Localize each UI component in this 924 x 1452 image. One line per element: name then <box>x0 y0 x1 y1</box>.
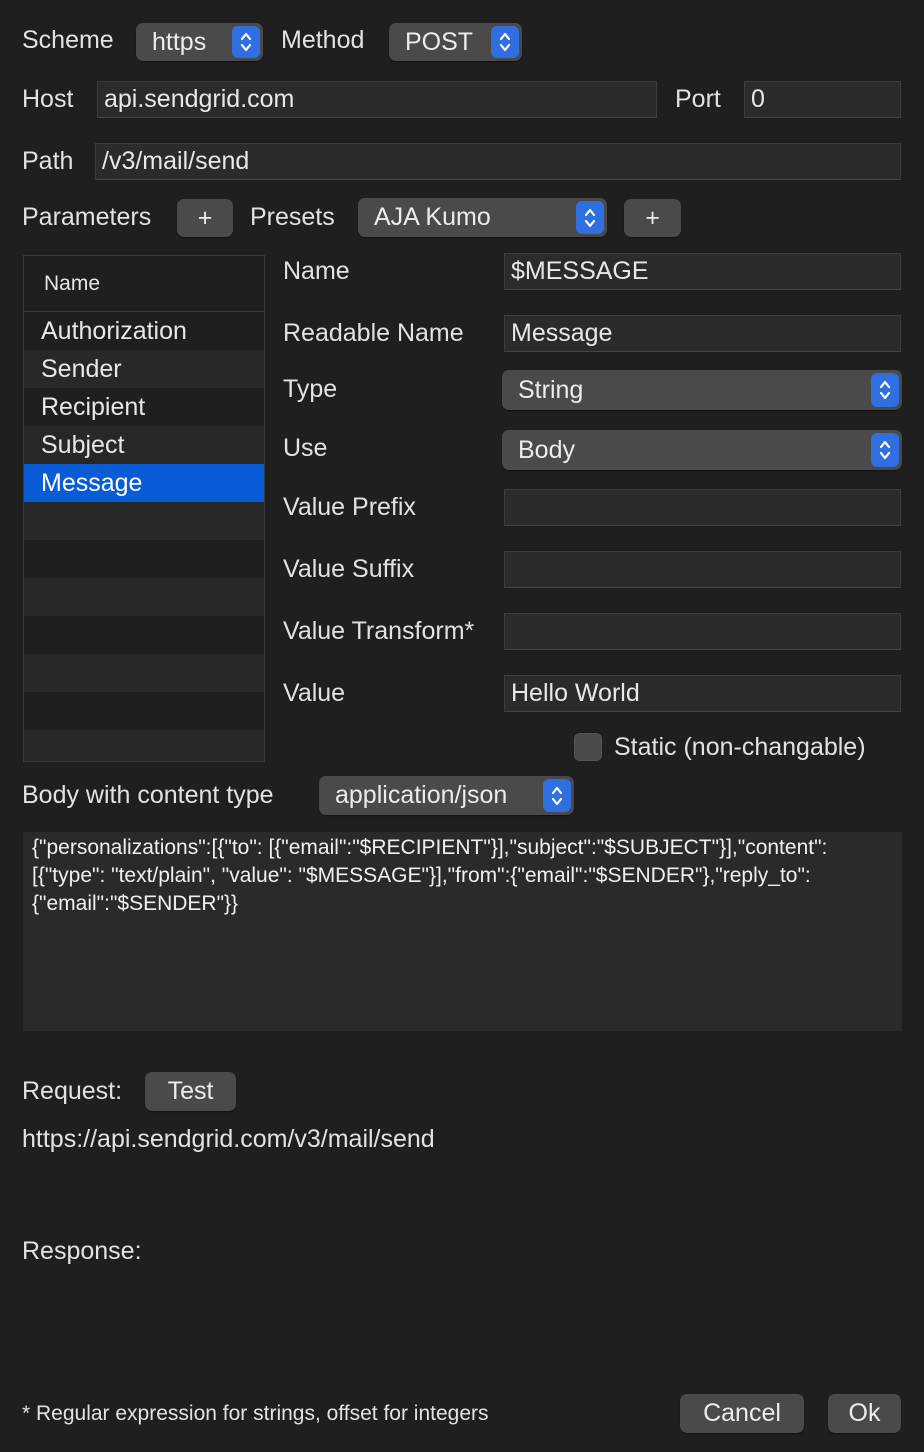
readable-name-field[interactable]: Message <box>504 315 901 352</box>
empty-row <box>24 616 264 654</box>
add-preset-button[interactable]: + <box>624 199 681 237</box>
chevron-up-down-icon <box>232 26 260 58</box>
host-label: Host <box>22 85 74 113</box>
content-type-value: application/json <box>335 781 508 809</box>
value-prefix-label: Value Prefix <box>283 493 416 521</box>
value-transform-field[interactable] <box>504 613 901 650</box>
path-field[interactable]: /v3/mail/send <box>95 143 901 180</box>
method-select[interactable]: POST <box>389 23 522 61</box>
empty-row <box>24 502 264 540</box>
parameters-label: Parameters <box>22 203 152 231</box>
response-label: Response: <box>22 1237 142 1265</box>
chevron-up-down-icon <box>871 373 899 407</box>
chevron-up-down-icon <box>576 201 604 234</box>
add-parameter-button[interactable]: + <box>177 199 233 237</box>
request-label: Request: <box>22 1077 123 1105</box>
value-suffix-field[interactable] <box>504 551 901 588</box>
port-label: Port <box>675 85 721 113</box>
footnote: * Regular expression for strings, offset… <box>22 1402 489 1425</box>
empty-row <box>24 578 264 616</box>
table-row[interactable]: Recipient <box>24 388 264 426</box>
table-row[interactable]: Subject <box>24 426 264 464</box>
value-label: Value <box>283 679 346 707</box>
presets-value: AJA Kumo <box>374 203 491 231</box>
method-value: POST <box>405 27 474 56</box>
method-label: Method <box>281 26 365 54</box>
empty-row <box>24 540 264 578</box>
table-row[interactable]: Authorization <box>24 312 264 350</box>
table-row-selected[interactable]: Message <box>24 464 264 502</box>
host-field[interactable]: api.sendgrid.com <box>97 81 657 118</box>
request-url: https://api.sendgrid.com/v3/mail/send <box>22 1125 435 1153</box>
table-header-name[interactable]: Name <box>24 256 264 312</box>
empty-row <box>24 730 264 761</box>
use-select[interactable]: Body <box>502 430 902 470</box>
value-prefix-field[interactable] <box>504 489 901 526</box>
type-label: Type <box>283 375 338 403</box>
name-label: Name <box>283 257 350 285</box>
name-field[interactable]: $MESSAGE <box>504 253 901 290</box>
use-value: Body <box>518 435 575 464</box>
ok-button[interactable]: Ok <box>828 1394 901 1433</box>
cancel-button[interactable]: Cancel <box>680 1394 804 1433</box>
empty-row <box>24 654 264 692</box>
value-suffix-label: Value Suffix <box>283 555 415 583</box>
test-button[interactable]: Test <box>145 1072 236 1111</box>
value-transform-label: Value Transform* <box>283 617 475 645</box>
content-type-select[interactable]: application/json <box>319 776 574 815</box>
table-row[interactable]: Sender <box>24 350 264 388</box>
scheme-label: Scheme <box>22 26 114 54</box>
path-label: Path <box>22 147 74 175</box>
static-checkbox[interactable] <box>574 733 602 761</box>
value-field[interactable]: Hello World <box>504 675 901 712</box>
chevron-up-down-icon <box>871 433 899 467</box>
scheme-value: https <box>152 27 207 56</box>
use-label: Use <box>283 434 328 462</box>
type-select[interactable]: String <box>502 370 902 410</box>
type-value: String <box>518 375 584 404</box>
scheme-select[interactable]: https <box>136 23 263 61</box>
chevron-up-down-icon <box>491 26 519 58</box>
chevron-up-down-icon <box>543 779 571 812</box>
body-text-area[interactable]: {"personalizations":[{"to": [{"email":"$… <box>23 832 902 1031</box>
empty-row <box>24 692 264 730</box>
parameter-table[interactable]: Name Authorization Sender Recipient Subj… <box>23 255 265 762</box>
presets-label: Presets <box>250 203 335 231</box>
presets-select[interactable]: AJA Kumo <box>358 198 607 237</box>
static-label: Static (non-changable) <box>614 733 866 761</box>
body-content-type-label: Body with content type <box>22 781 274 809</box>
readable-name-label: Readable Name <box>283 319 464 347</box>
port-field[interactable]: 0 <box>744 81 901 118</box>
